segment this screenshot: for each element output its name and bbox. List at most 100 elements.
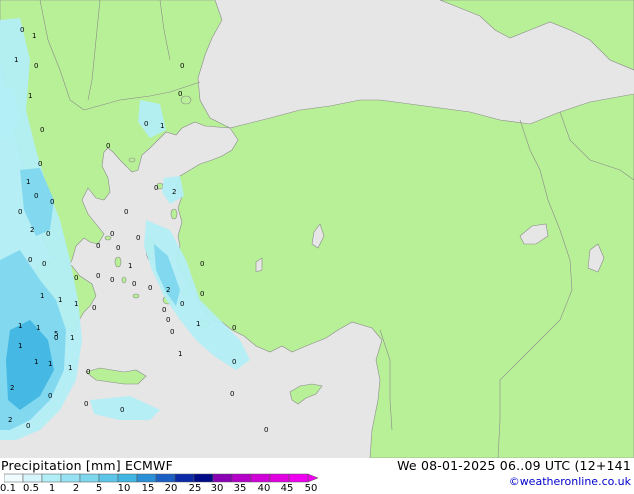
precip-value-label: 5 xyxy=(54,330,58,338)
precip-value-label: 1 xyxy=(160,122,164,130)
precip-value-label: 0 xyxy=(180,300,184,308)
precip-value-label: 0 xyxy=(232,324,236,332)
precip-value-label: 0 xyxy=(18,208,22,216)
color-scale-swatch xyxy=(4,473,24,483)
precip-value-label: 0 xyxy=(148,284,152,292)
precip-value-label: 0 xyxy=(200,290,204,298)
color-scale-swatch xyxy=(250,473,271,483)
precip-value-label: 1 xyxy=(36,324,40,332)
precip-value-label: 0 xyxy=(230,390,234,398)
color-scale-tick-label: 10 xyxy=(117,483,131,494)
precip-value-label: 0 xyxy=(86,368,90,376)
color-scale-swatch xyxy=(155,473,176,483)
precip-value-label: 0 xyxy=(264,426,268,434)
precip-value-label: 2 xyxy=(8,416,12,424)
precip-value-label: 0 xyxy=(74,274,78,282)
credit-link[interactable]: ©weatheronline.co.uk xyxy=(509,475,631,488)
precip-value-label: 0 xyxy=(200,260,204,268)
color-scale-swatch xyxy=(98,473,119,483)
precip-value-label: 1 xyxy=(18,322,22,330)
precip-value-label: 0 xyxy=(26,422,30,430)
precip-value-label: 0 xyxy=(84,400,88,408)
precip-value-label: 2 xyxy=(166,286,170,294)
precip-value-label: 1 xyxy=(26,178,30,186)
color-scale-tick-label: 25 xyxy=(188,483,202,494)
precip-value-label: 0 xyxy=(20,26,24,34)
color-scale-tick-label: 50 xyxy=(304,483,318,494)
precip-value-label: 0 xyxy=(34,192,38,200)
precip-value-label: 0 xyxy=(96,242,100,250)
precip-value-label: 0 xyxy=(96,272,100,280)
color-scale-swatch xyxy=(193,473,214,483)
color-scale-tick-label: 0.1 xyxy=(0,483,16,494)
color-scale-swatch xyxy=(231,473,252,483)
color-scale-swatch xyxy=(22,473,43,483)
color-scale-swatch xyxy=(269,473,290,483)
precip-value-label: 1 xyxy=(196,320,200,328)
legend-footer: Precipitation [mm] ECMWF We 08-01-2025 0… xyxy=(0,458,634,494)
color-scale-swatch xyxy=(41,473,62,483)
precip-value-label: 0 xyxy=(92,304,96,312)
color-scale-tick-label: 0.5 xyxy=(23,483,39,494)
color-scale-swatch xyxy=(60,473,81,483)
precip-value-label: 1 xyxy=(48,360,52,368)
precip-value-label: 0 xyxy=(136,234,140,242)
precip-value-label: 1 xyxy=(128,262,132,270)
color-scale-tick-label: 1 xyxy=(48,483,56,494)
precip-value-label: 0 xyxy=(178,90,182,98)
precip-value-label: 0 xyxy=(116,244,120,252)
color-scale-swatch xyxy=(288,473,309,483)
precip-value-label: 0 xyxy=(154,184,158,192)
precip-value-label: 0 xyxy=(132,280,136,288)
precip-value-label: 1 xyxy=(34,358,38,366)
valid-datetime: We 08-01-2025 06..09 UTC (12+141 xyxy=(397,458,631,473)
color-scale-tick-label: 2 xyxy=(72,483,80,494)
color-scale-tick-label: 15 xyxy=(141,483,155,494)
color-scale-arrow xyxy=(307,473,319,483)
color-scale-tick-label: 20 xyxy=(164,483,178,494)
color-scale-swatch xyxy=(174,473,195,483)
precip-value-label: 1 xyxy=(28,92,32,100)
precip-value-label: 1 xyxy=(14,56,18,64)
precip-value-label: 0 xyxy=(48,392,52,400)
precip-value-label: 0 xyxy=(106,142,110,150)
precip-value-label: 1 xyxy=(68,364,72,372)
precip-value-label: 1 xyxy=(18,342,22,350)
precip-value-label: 1 xyxy=(178,350,182,358)
legend-title: Precipitation [mm] ECMWF xyxy=(1,458,173,473)
color-scale-swatch xyxy=(136,473,157,483)
color-scale-tick-label: 35 xyxy=(233,483,247,494)
precip-value-label: 0 xyxy=(166,316,170,324)
precip-value-label: 1 xyxy=(70,334,74,342)
precip-value-label: 0 xyxy=(42,260,46,268)
color-scale-tick-label: 40 xyxy=(257,483,271,494)
precip-value-label: 0 xyxy=(34,62,38,70)
color-scale-swatch xyxy=(212,473,233,483)
precip-value-label: 1 xyxy=(74,300,78,308)
parameter-label: Precipitation [mm] xyxy=(1,458,121,473)
precip-value-label: 1 xyxy=(32,32,36,40)
precip-value-label: 0 xyxy=(124,208,128,216)
precip-value-label: 0 xyxy=(120,406,124,414)
color-scale-tick-label: 5 xyxy=(95,483,103,494)
precip-value-label: 0 xyxy=(50,198,54,206)
color-scale-swatch xyxy=(117,473,138,483)
precip-value-label: 0 xyxy=(38,160,42,168)
precip-value-label: 0 xyxy=(40,126,44,134)
precip-value-label: 0 xyxy=(46,230,50,238)
precip-value-label: 1 xyxy=(40,292,44,300)
precip-value-label: 0 xyxy=(180,62,184,70)
precip-value-label: 0 xyxy=(110,230,114,238)
precip-value-label: 2 xyxy=(172,188,176,196)
precip-value-label: 2 xyxy=(30,226,34,234)
color-scale-tick-label: 30 xyxy=(210,483,224,494)
map-canvas: 0 1 0 1 0 0 1 0 0 0 2 0 0 0 0 1 0 0 0 0 … xyxy=(0,0,634,459)
color-scale-swatch xyxy=(79,473,100,483)
color-scale-tick-label: 45 xyxy=(280,483,294,494)
precip-value-label: 0 xyxy=(162,306,166,314)
precip-value-label: 1 xyxy=(58,296,62,304)
precip-value-label: 2 xyxy=(10,384,14,392)
color-scale-bar xyxy=(4,473,319,483)
precip-value-label: 0 xyxy=(144,120,148,128)
precipitation-map[interactable]: 0 1 0 1 0 0 1 0 0 0 2 0 0 0 0 1 0 0 0 0 … xyxy=(0,0,634,459)
